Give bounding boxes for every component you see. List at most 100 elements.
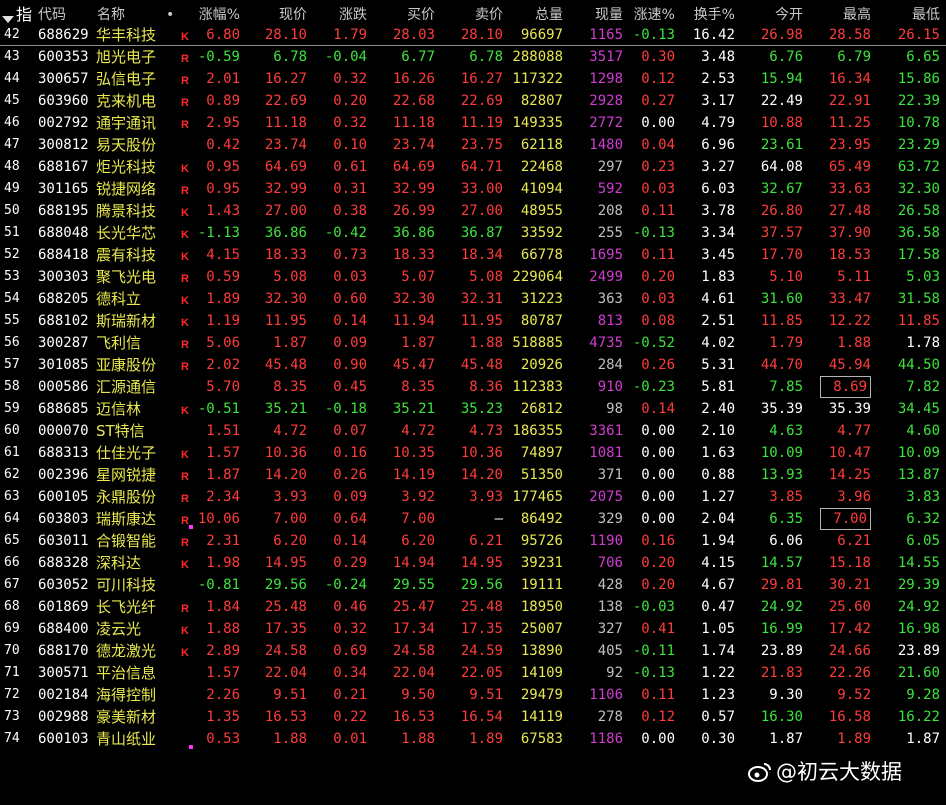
cell-bid: 23.74 [392, 137, 435, 153]
table-row[interactable]: 63 600105 永鼎股份 2.34 3.93 0.09 3.92 3.93 177465 20… [0, 486, 946, 508]
header-change[interactable]: 涨跌 [318, 4, 367, 26]
header-volume[interactable]: 总量 [512, 4, 563, 26]
cell-ask: 22.05 [460, 665, 503, 681]
table-row[interactable]: 64 603803 瑞斯康达 10.06 7.00 0.64 7.00—86492 329 0.… [0, 508, 946, 530]
cell-spd: 0.03 [641, 291, 675, 307]
cell-low: 34.45 [897, 401, 940, 417]
table-row[interactable]: 67 603052 可川科技 -0.81 29.56 -0.24 29.55 29.56 191… [0, 574, 946, 596]
cell-name: 星网锐捷 [96, 466, 157, 484]
cell-idx: 68 [4, 599, 20, 614]
cell-price: 10.36 [264, 445, 307, 461]
table-row[interactable]: 72 002184 海得控制 2.26 9.51 0.21 9.50 9.51 29479 110… [0, 684, 946, 706]
cell-code: 688328 [38, 555, 89, 571]
cell-name: 易天股份 [96, 136, 157, 154]
table-row[interactable]: 50 688195 腾景科技 1.43 27.00 0.38 26.99 27.00 48955… [0, 200, 946, 222]
cell-price: 11.95 [264, 313, 307, 329]
cell-idx: 57 [4, 357, 20, 372]
cell-low: 4.60 [906, 423, 940, 439]
table-row[interactable]: 71 300571 平治信息 1.57 22.04 0.34 22.04 22.05 14109… [0, 662, 946, 684]
header-ask[interactable]: 卖价 [454, 4, 503, 26]
table-row[interactable]: 60 000070 ST特信 1.51 4.72 0.07 4.72 4.73 186355 33… [0, 420, 946, 442]
table-row[interactable]: 65 603011 合锻智能 2.31 6.20 0.14 6.20 6.21 95726 119… [0, 530, 946, 552]
cell-chg: 0.69 [333, 643, 367, 659]
cell-vol: 39231 [520, 555, 563, 571]
cell-code: 688313 [38, 445, 89, 461]
cell-bid: 64.69 [392, 159, 435, 175]
cell-name: 长飞光纤 [96, 598, 157, 616]
watermark-text: @初云大数据 [776, 760, 902, 784]
cell-name: 旭光电子 [96, 48, 157, 66]
header-dot[interactable]: • [166, 4, 176, 26]
table-row[interactable]: 56 300287 飞利信 5.06 1.87 0.09 1.87 1.88 518885 473… [0, 332, 946, 354]
table-row[interactable]: 58 000586 汇源通信 5.70 8.35 0.45 8.35 8.36 112383 91… [0, 376, 946, 398]
table-row[interactable]: 52 688418 震有科技 4.15 18.33 0.73 18.33 18.34 66778… [0, 244, 946, 266]
table-row[interactable]: 43 600353 旭光电子 -0.59 6.78 -0.04 6.77 6.78 288088… [0, 46, 946, 68]
cell-ask: 29.56 [460, 577, 503, 593]
table-row[interactable]: 49 301165 锐捷网络 0.95 32.99 0.31 32.99 33.00 41094… [0, 178, 946, 200]
cell-bid: 25.47 [392, 599, 435, 615]
header-high[interactable]: 最高 [826, 4, 871, 26]
table-row[interactable]: 70 688170 德龙激光 2.89 24.58 0.69 24.58 24.59 13890… [0, 640, 946, 662]
cell-name: 汇源通信 [96, 378, 157, 396]
cell-bid: 1.87 [401, 335, 435, 351]
table-row[interactable]: 73 002988 豪美新材 1.35 16.53 0.22 16.53 16.54 14119… [0, 706, 946, 728]
sort-desc-arrow-icon[interactable] [2, 16, 14, 23]
cell-open: 6.35 [769, 511, 803, 527]
header-turnover[interactable]: 换手% [688, 4, 735, 26]
cell-ask: 33.00 [460, 181, 503, 197]
cell-cur: 3517 [589, 49, 623, 65]
header-code[interactable]: 代码 [38, 4, 78, 26]
cell-cur: 1165 [589, 27, 623, 43]
table-row[interactable]: 66 688328 深科达 1.98 14.95 0.29 14.94 14.95 39231 7… [0, 552, 946, 574]
cell-vol: 67583 [520, 731, 563, 747]
cell-turn: 2.51 [701, 313, 735, 329]
cell-ask: 14.95 [460, 555, 503, 571]
header-speed[interactable]: 涨速% [626, 4, 675, 26]
cell-bid: 22.68 [392, 93, 435, 109]
header-low[interactable]: 最低 [900, 4, 940, 26]
table-row[interactable]: 44 300657 弘信电子 2.01 16.27 0.32 16.26 16.27 11732… [0, 68, 946, 90]
cell-code: 300812 [38, 137, 89, 153]
cell-cur: 1081 [589, 445, 623, 461]
header-pct-change[interactable]: 涨幅% [180, 4, 240, 26]
table-row[interactable]: 59 688685 迈信林 -0.51 35.21 -0.18 35.21 35.23 2681… [0, 398, 946, 420]
cell-bid: 45.47 [392, 357, 435, 373]
table-row[interactable]: 45 603960 克来机电 0.89 22.69 0.20 22.68 22.69 82807… [0, 90, 946, 112]
table-row[interactable]: 57 301085 亚康股份 2.02 45.48 0.90 45.47 45.48 20926… [0, 354, 946, 376]
table-row[interactable]: 42 688629 华丰科技 6.80 28.10 1.79 28.03 28.10 96697… [0, 24, 946, 46]
cell-vol: 95726 [520, 533, 563, 549]
cell-high: 1.88 [837, 335, 871, 351]
cell-name: 亚康股份 [96, 356, 157, 374]
header-name[interactable]: 名称 [97, 4, 147, 26]
cell-name: 腾景科技 [96, 202, 157, 220]
cell-name: 聚飞光电 [96, 268, 157, 286]
table-row[interactable]: 68 601869 长飞光纤 1.84 25.48 0.46 25.47 25.48 18950… [0, 596, 946, 618]
cell-open: 35.39 [760, 401, 803, 417]
cell-vol: 29479 [520, 687, 563, 703]
table-row[interactable]: 69 688400 凌云光 1.88 17.35 0.32 17.34 17.35 25007 3… [0, 618, 946, 640]
cell-vol: 26812 [520, 401, 563, 417]
cell-name: 震有科技 [96, 246, 157, 264]
cell-code: 688170 [38, 643, 89, 659]
cell-ask: 6.21 [469, 533, 503, 549]
table-row[interactable]: 46 002792 通宇通讯 2.95 11.18 0.32 11.18 11.19 14933… [0, 112, 946, 134]
cell-low: 15.86 [897, 71, 940, 87]
header-current-volume[interactable]: 现量 [580, 4, 623, 26]
table-row[interactable]: 74 600103 青山纸业 0.53 1.88 0.01 1.88 1.89 67583 118… [0, 728, 946, 750]
table-row[interactable]: 61 688313 仕佳光子 1.57 10.36 0.16 10.35 10.36 74897… [0, 442, 946, 464]
table-row[interactable]: 54 688205 德科立 1.89 32.30 0.60 32.30 32.31 31223 3… [0, 288, 946, 310]
cell-high: 33.63 [828, 181, 871, 197]
header-price[interactable]: 现价 [260, 4, 307, 26]
table-row[interactable]: 51 688048 长光华芯 -1.13 36.86 -0.42 36.86 36.87 335… [0, 222, 946, 244]
table-row[interactable]: 55 688102 斯瑞新材 1.19 11.95 0.14 11.94 11.95 80787… [0, 310, 946, 332]
sort-indicator[interactable]: 指 [16, 4, 36, 26]
table-row[interactable]: 53 300303 聚飞光电 0.59 5.08 0.03 5.07 5.08 229064 24… [0, 266, 946, 288]
header-bid[interactable]: 买价 [386, 4, 435, 26]
cell-high: 16.58 [828, 709, 871, 725]
cell-name: 青山纸业 [96, 730, 157, 748]
table-row[interactable]: 47 300812 易天股份 0.42 23.74 0.10 23.74 23.75 62118… [0, 134, 946, 156]
table-row[interactable]: 48 688167 炬光科技 0.95 64.69 0.61 64.69 64.71 22468… [0, 156, 946, 178]
cell-open: 16.30 [760, 709, 803, 725]
header-open[interactable]: 今开 [758, 4, 803, 26]
table-row[interactable]: 62 002396 星网锐捷 1.87 14.20 0.26 14.19 14.20 51350… [0, 464, 946, 486]
